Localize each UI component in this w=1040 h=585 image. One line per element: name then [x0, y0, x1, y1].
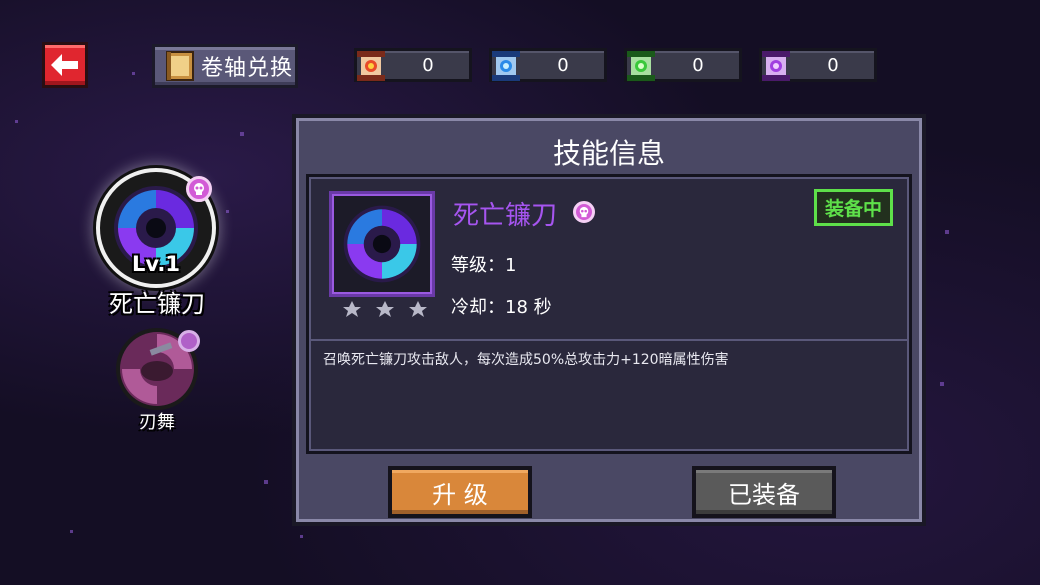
- upgrade-stars: [343, 301, 427, 317]
- red-scroll-counter: 0: [354, 48, 472, 82]
- green-scroll-counter: 0: [624, 48, 742, 82]
- green-scroll-count: 0: [692, 54, 704, 76]
- red-scroll-icon: [357, 51, 385, 81]
- purple-scroll-count: 0: [827, 54, 839, 76]
- blue-scroll-count: 0: [557, 54, 569, 76]
- skull-badge-icon: [178, 330, 200, 352]
- scroll-exchange-button[interactable]: 卷轴兑换: [152, 44, 298, 88]
- skill-slot-blade-dance[interactable]: [114, 326, 200, 412]
- panel-title: 技能信息: [552, 137, 665, 170]
- divider: [309, 339, 909, 341]
- scroll-icon: [166, 51, 194, 81]
- skill-level-label: Lv.1: [132, 252, 180, 276]
- purple-scroll-counter: 0: [759, 48, 877, 82]
- grey-star-icon: [409, 301, 427, 317]
- green-scroll-icon: [627, 51, 655, 81]
- back-button[interactable]: [42, 42, 88, 88]
- skull-badge-icon: [186, 176, 212, 202]
- skill-cooldown-text: 冷却：18 秒: [451, 297, 552, 318]
- grey-star-icon: [376, 301, 394, 317]
- death-scythe-icon: [343, 205, 421, 283]
- purple-scroll-icon: [762, 51, 790, 81]
- skill-info-panel: 技能信息 死亡镰刀 装备中 等级：1 冷却：18 秒 召唤死亡镰刀攻击敌人，每次…: [292, 114, 926, 526]
- skill-icon-frame: [329, 191, 435, 297]
- skill-detail-card: 死亡镰刀 装备中 等级：1 冷却：18 秒 召唤死亡镰刀攻击敌人，每次造成50%…: [306, 174, 912, 454]
- skill-title: 死亡镰刀: [453, 201, 558, 231]
- blue-scroll-counter: 0: [489, 48, 607, 82]
- equipped-button[interactable]: 已装备: [692, 466, 836, 518]
- skill-name-death-scythe: 死亡镰刀: [109, 290, 205, 318]
- skill-level-text: 等级：1: [451, 255, 517, 276]
- red-scroll-count: 0: [422, 54, 434, 76]
- grey-star-icon: [343, 301, 361, 317]
- skill-description: 召唤死亡镰刀攻击敌人，每次造成50%总攻击力+120暗属性伤害: [323, 352, 729, 368]
- scroll-exchange-label: 卷轴兑换: [201, 56, 294, 81]
- back-arrow-icon: [51, 54, 78, 76]
- equipped-status-badge: 装备中: [813, 189, 893, 226]
- skill-name-blade-dance: 刃舞: [139, 412, 175, 433]
- blue-scroll-icon: [492, 51, 520, 81]
- upgrade-button[interactable]: 升 级: [388, 466, 532, 518]
- skill-slot-death-scythe[interactable]: Lv.1: [96, 168, 216, 288]
- skull-badge-icon: [573, 201, 595, 223]
